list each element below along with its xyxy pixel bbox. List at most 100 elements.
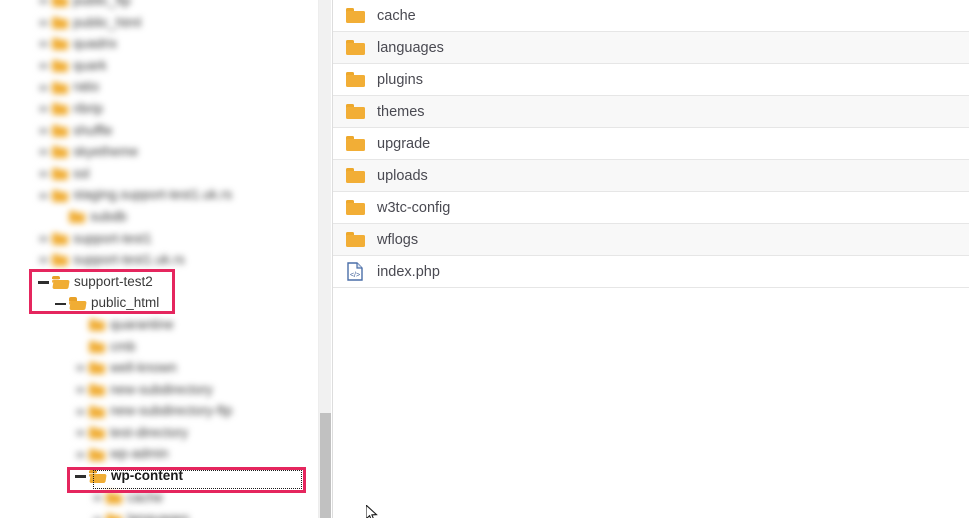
expand-icon[interactable] [38, 146, 49, 157]
file-rows-container: cache languages plugins themes upgrade upload… [333, 0, 969, 288]
tree-item-label: ssl [73, 165, 90, 181]
folder-icon [345, 136, 365, 151]
folder-closed-icon [89, 318, 105, 332]
expand-icon[interactable] [38, 82, 49, 93]
tree-item-label: well-known [110, 360, 177, 376]
expand-icon[interactable] [38, 60, 49, 71]
tree-item-quadrix[interactable]: quadrix [0, 33, 318, 55]
tree-item-label: public_html [91, 295, 160, 311]
tree-item-label: support-test1.uk.rs [73, 252, 185, 268]
tree-item-support-test2[interactable]: support-test2 [0, 271, 318, 293]
expand-icon[interactable] [38, 17, 49, 28]
file-row[interactable]: w3tc-config [333, 192, 969, 224]
expand-icon[interactable] [38, 103, 49, 114]
folder-icon [345, 200, 365, 215]
tree-item-cache[interactable]: cache [0, 487, 318, 509]
tree-item-ribrip[interactable]: ribrip [0, 98, 318, 120]
tree-item-support-test1[interactable]: support-test1 [0, 228, 318, 250]
file-row-icon-cell [333, 136, 377, 151]
file-row-name: w3tc-config [377, 199, 451, 216]
folder-closed-icon [52, 37, 68, 51]
sidebar-scrollbar-thumb[interactable] [320, 413, 331, 518]
folder-closed-icon [52, 81, 68, 94]
tree-item-cmb[interactable]: cmb [0, 336, 318, 358]
expand-icon[interactable] [38, 125, 49, 136]
file-row-name: uploads [377, 167, 428, 184]
expand-icon[interactable] [38, 38, 49, 49]
tree-item-support-test1-uk-rs[interactable]: support-test1.uk.rs [0, 249, 318, 271]
file-row[interactable]: wflogs [333, 224, 969, 256]
collapse-icon[interactable] [55, 298, 66, 309]
folder-icon [345, 232, 365, 247]
expand-icon[interactable] [38, 190, 49, 201]
file-row-icon-cell [333, 200, 377, 215]
expand-icon[interactable] [75, 427, 86, 438]
folder-closed-icon [52, 59, 68, 73]
tree-item-label: staging.support-test1.uk.rs [73, 187, 233, 203]
sidebar-scrollbar[interactable] [318, 0, 331, 518]
collapse-icon[interactable] [38, 276, 49, 287]
tree-item-subdb[interactable]: subdb [0, 206, 318, 228]
tree-item-label: new-subdirectory-ftp [110, 403, 233, 419]
file-row[interactable]: </> index.php [333, 256, 969, 288]
tree-item-test-directory[interactable]: test-directory [0, 422, 318, 444]
folder-open-icon [89, 469, 106, 483]
file-row[interactable]: languages [333, 32, 969, 64]
tree-item-public-ftp[interactable]: public_ftp [0, 0, 318, 12]
expand-icon[interactable] [38, 254, 49, 265]
expand-icon[interactable] [38, 233, 49, 244]
file-list-panel[interactable]: cache languages plugins themes upgrade upload… [332, 0, 969, 518]
folder-closed-icon [52, 167, 68, 181]
file-row-name: plugins [377, 71, 423, 88]
expand-icon[interactable] [92, 514, 103, 518]
folder-closed-icon [89, 426, 105, 440]
tree-item-skyetheme[interactable]: skyetheme [0, 141, 318, 163]
folder-closed-icon [52, 16, 68, 29]
file-row-icon-cell [333, 72, 377, 87]
tree-item-ssl[interactable]: ssl [0, 163, 318, 185]
tree-item-well-known[interactable]: well-known [0, 357, 318, 379]
folder-closed-icon [106, 491, 122, 504]
file-row[interactable]: themes [333, 96, 969, 128]
expand-icon[interactable] [92, 492, 103, 503]
tree-item-new-subdirectory[interactable]: new-subdirectory [0, 379, 318, 401]
tree-item-languages[interactable]: languages [0, 508, 318, 518]
tree-item-wp-admin[interactable]: wp-admin [0, 443, 318, 465]
folder-icon [345, 72, 365, 87]
file-row-icon-cell [333, 168, 377, 183]
tree-item-public-html[interactable]: public_html [0, 12, 318, 34]
expand-icon[interactable] [75, 449, 86, 460]
file-row-icon-cell [333, 104, 377, 119]
tree-item-label: support-test2 [74, 273, 153, 289]
file-row[interactable]: uploads [333, 160, 969, 192]
tree-item-public-html[interactable]: public_html [0, 292, 318, 314]
file-row-name: upgrade [377, 135, 431, 152]
expand-icon[interactable] [38, 0, 49, 6]
tree-item-quarantine[interactable]: quarantine [0, 314, 318, 336]
tree-item-label: wp-content [111, 468, 183, 484]
folder-icon [345, 168, 365, 183]
expand-icon[interactable] [75, 384, 86, 395]
tree-item-wp-content[interactable]: wp-content [0, 465, 318, 487]
tree-item-ratio[interactable]: ratio [0, 76, 318, 98]
expand-icon[interactable] [75, 406, 86, 417]
expand-icon[interactable] [75, 362, 86, 373]
file-row[interactable]: cache [333, 0, 969, 32]
tree-item-label: cmb [110, 338, 136, 354]
tree-item-label: quark [73, 57, 107, 73]
tree-item-shuffle[interactable]: shuffle [0, 120, 318, 142]
file-row-icon-cell: </> [333, 262, 377, 281]
tree-item-label: public_ftp [73, 0, 131, 8]
tree-item-quark[interactable]: quark [0, 55, 318, 77]
folder-icon [345, 8, 365, 23]
file-row[interactable]: upgrade [333, 128, 969, 160]
expand-icon[interactable] [38, 168, 49, 179]
tree-item-label: public_html [73, 14, 142, 30]
directory-tree-panel[interactable]: public_ftp public_html quadrix quark ratio ri… [0, 0, 318, 518]
folder-closed-icon [52, 189, 68, 202]
collapse-icon[interactable] [75, 470, 86, 481]
tree-item-new-subdirectory-ftp[interactable]: new-subdirectory-ftp [0, 400, 318, 422]
tree-item-label: subdb [90, 208, 127, 224]
file-row[interactable]: plugins [333, 64, 969, 96]
tree-item-staging-support-test1-uk-rs[interactable]: staging.support-test1.uk.rs [0, 184, 318, 206]
